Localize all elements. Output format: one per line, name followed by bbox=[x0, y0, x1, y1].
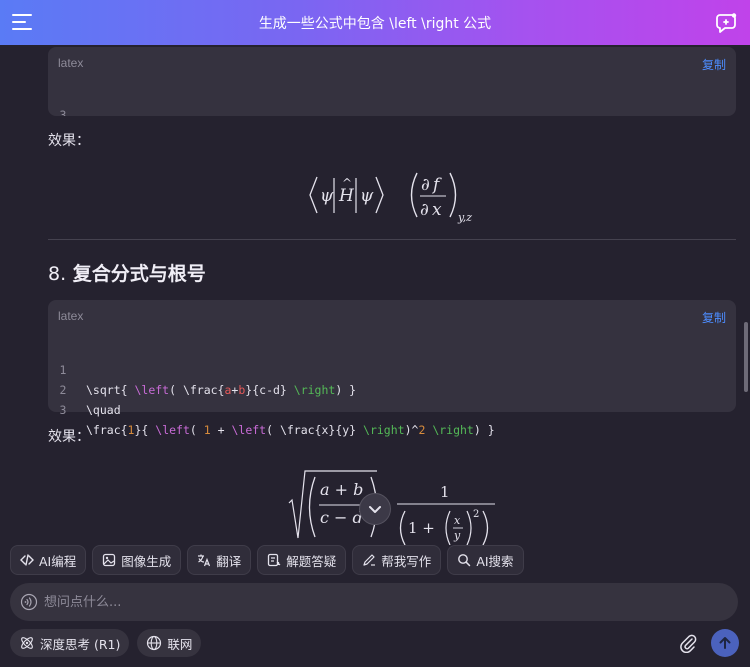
line-number: 3 bbox=[59, 403, 67, 417]
code-line: 3 \frac{1}{ \left( 1 + \left( \frac{x}{y… bbox=[48, 380, 736, 437]
hat-accent: ^ bbox=[342, 176, 352, 190]
formula-render: ψ H ^ ψ ∂ f ∂ x y,z bbox=[309, 172, 472, 224]
scroll-down-button[interactable] bbox=[359, 493, 391, 525]
chip-label: 翻译 bbox=[216, 553, 242, 569]
section-number: 8. bbox=[48, 263, 67, 285]
deep-think-label: 深度思考 (R1) bbox=[40, 636, 121, 652]
chat-content[interactable]: latex 复制 2 \quad 3 \left( \frac{\partial… bbox=[0, 45, 750, 545]
deep-think-toggle[interactable]: 深度思考 (R1) bbox=[10, 629, 130, 657]
code-line: 3 \left( \frac{\partial f}{\partial x} \… bbox=[48, 85, 736, 116]
chevron-down-icon bbox=[369, 506, 381, 513]
code-block: latex 复制 2 \quad 3 \left( \frac{\partial… bbox=[48, 47, 736, 116]
solve-icon bbox=[268, 553, 281, 567]
exponent-two: 2 bbox=[473, 509, 479, 520]
section-divider bbox=[48, 239, 736, 240]
chip-problem-solving[interactable]: 解题答疑 bbox=[257, 545, 347, 575]
code-line: 2 \quad bbox=[48, 360, 736, 417]
chip-translate[interactable]: 翻译 bbox=[187, 545, 252, 575]
partial-symbol: ∂ bbox=[420, 200, 429, 220]
code-line: 1 \sqrt{ \left( \frac{a+b}{c-d} \right) … bbox=[48, 340, 736, 397]
psi-symbol: ψ bbox=[320, 186, 334, 206]
atom-icon bbox=[21, 637, 33, 649]
fraction-x: x bbox=[454, 514, 461, 527]
attachment-icon[interactable] bbox=[678, 633, 698, 653]
top-bar: 生成一些公式中包含 \left \right 公式 bbox=[0, 0, 750, 45]
denominator-x: x bbox=[432, 200, 442, 220]
pen-icon bbox=[363, 554, 376, 566]
page-title: 生成一些公式中包含 \left \right 公式 bbox=[258, 15, 492, 32]
section-heading: 8. 复合分式与根号 bbox=[48, 259, 206, 286]
chip-label: 图像生成 bbox=[121, 553, 172, 569]
chip-label: AI编程 bbox=[39, 553, 77, 569]
numerator-a-plus-b: a + b bbox=[320, 480, 363, 499]
chip-label: 解题答疑 bbox=[286, 553, 337, 569]
numerator-f: f bbox=[431, 175, 442, 195]
web-search-label: 联网 bbox=[167, 636, 193, 652]
image-icon bbox=[103, 553, 116, 567]
one-plus: 1 + bbox=[408, 519, 435, 537]
psi-symbol: ψ bbox=[360, 186, 374, 206]
code-body: 1 \sqrt{ \left( \frac{a+b}{c-d} \right) … bbox=[48, 330, 736, 437]
message-input[interactable] bbox=[44, 594, 684, 610]
code-language: latex bbox=[58, 56, 84, 70]
scrollbar-thumb[interactable] bbox=[744, 322, 748, 392]
send-button[interactable] bbox=[711, 629, 739, 657]
subscript: y,z bbox=[457, 211, 472, 224]
voice-icon[interactable] bbox=[20, 593, 38, 611]
new-chat-icon[interactable] bbox=[716, 12, 738, 34]
code-block: latex 复制 1 \sqrt{ \left( \frac{a+b}{c-d}… bbox=[48, 300, 736, 437]
copy-button[interactable]: 复制 bbox=[702, 309, 726, 326]
search-icon bbox=[458, 554, 471, 567]
numerator-one: 1 bbox=[440, 483, 450, 501]
bottom-controls: 深度思考 (R1) 联网 bbox=[10, 629, 202, 657]
fraction-y: y bbox=[453, 529, 461, 542]
code-header: latex 复制 bbox=[48, 300, 736, 330]
effect-label: 效果： bbox=[48, 133, 90, 149]
code-icon bbox=[20, 554, 34, 566]
copy-button[interactable]: 复制 bbox=[702, 56, 726, 73]
translate-icon bbox=[198, 554, 211, 567]
chip-writing[interactable]: 帮我写作 bbox=[352, 545, 442, 575]
message-input-container bbox=[10, 583, 738, 621]
menu-icon[interactable] bbox=[12, 13, 34, 31]
chip-label: AI搜索 bbox=[476, 553, 514, 569]
code-text: \frac{1}{ \left( 1 + \left( \frac{x}{y} … bbox=[86, 423, 495, 437]
arrow-up-icon bbox=[719, 637, 731, 649]
code-language: latex bbox=[58, 309, 84, 323]
section-title: 复合分式与根号 bbox=[72, 263, 206, 285]
quick-actions: AI编程 图像生成 翻译 解题答疑 帮我写作 AI搜索 bbox=[10, 545, 524, 575]
formula-render: a + b c − d 1 1 + x y 2 bbox=[288, 470, 495, 545]
chip-ai-search[interactable]: AI搜索 bbox=[447, 545, 524, 575]
line-number: 3 bbox=[59, 108, 67, 116]
partial-symbol: ∂ bbox=[421, 175, 430, 195]
chip-label: 帮我写作 bbox=[381, 553, 432, 569]
denominator-c-minus-d: c − d bbox=[320, 508, 363, 527]
chip-ai-coding[interactable]: AI编程 bbox=[10, 545, 87, 575]
globe-icon bbox=[147, 635, 162, 651]
effect-label: 效果： bbox=[48, 429, 90, 445]
chip-image-generation[interactable]: 图像生成 bbox=[92, 545, 182, 575]
web-search-toggle[interactable]: 联网 bbox=[137, 629, 202, 657]
